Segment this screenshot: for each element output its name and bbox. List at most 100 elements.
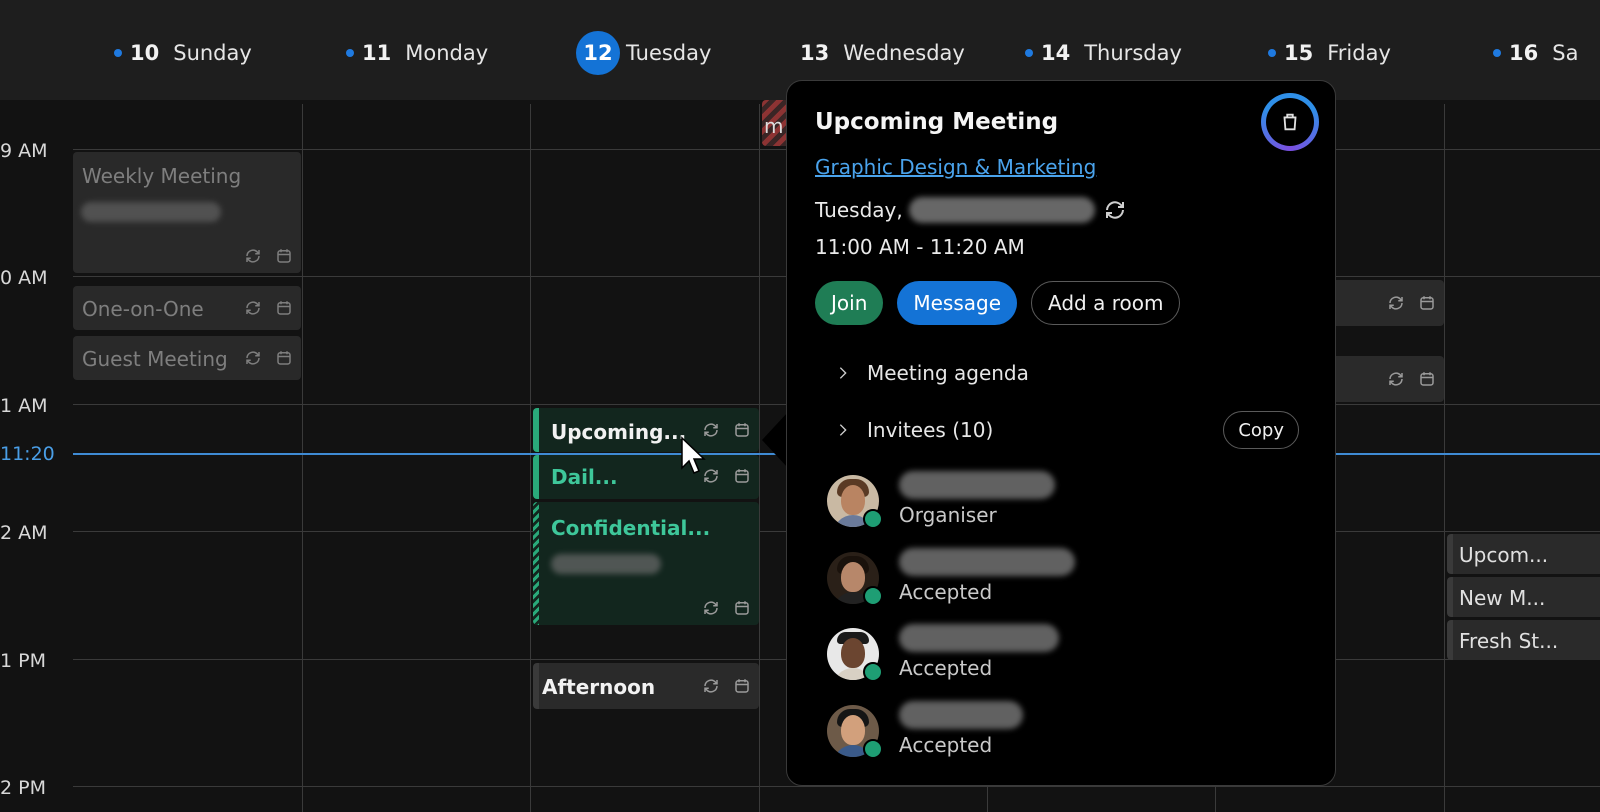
event-daily[interactable]: Dail... [533, 455, 759, 499]
mouse-pointer-icon [681, 436, 706, 474]
recurring-icon [704, 679, 718, 693]
event-title: Guest Meeting [82, 347, 228, 371]
invitee-status: Accepted [899, 580, 993, 604]
event-color-bar [1447, 620, 1453, 660]
redacted-organizer [81, 202, 221, 222]
event-title: Confidential... [551, 516, 711, 540]
popup-pointer [762, 412, 788, 468]
time-label-10am: 0 AM [0, 267, 48, 289]
event-sat-upcoming[interactable]: Upcom... [1447, 534, 1600, 574]
event-dot-icon [346, 49, 354, 57]
event-dot-icon [1268, 49, 1276, 57]
event-dot-icon [1493, 49, 1501, 57]
day-header-saturday[interactable]: 16 Sa [1493, 36, 1578, 70]
day-name: Friday [1327, 41, 1391, 65]
calendar-icon [1420, 372, 1434, 386]
column-divider [1444, 104, 1445, 812]
day-number: 13 [800, 41, 830, 65]
event-color-bar [533, 455, 539, 499]
today-badge: 12 [576, 31, 620, 75]
recurring-icon [246, 351, 260, 365]
time-label-2pm: 2 PM [0, 777, 46, 799]
invitees-label: Invitees (10) [867, 418, 994, 442]
day-header-thursday[interactable]: 14 Thursday [1025, 36, 1182, 70]
event-color-bar [1447, 534, 1453, 574]
event-upcoming-meeting[interactable]: Upcoming... [533, 408, 759, 452]
presence-available-icon [863, 509, 883, 529]
chevron-right-icon [839, 424, 847, 436]
meeting-date: Tuesday, [815, 197, 1127, 223]
day-number: 14 [1041, 41, 1071, 65]
meeting-agenda-expander[interactable]: Meeting agenda [835, 361, 1029, 385]
day-name: Tuesday [626, 41, 712, 65]
calendar-icon [735, 469, 749, 483]
recurring-icon [246, 301, 260, 315]
copy-invitees-button[interactable]: Copy [1223, 411, 1299, 449]
invitee-row[interactable]: Accepted [827, 624, 1227, 688]
day-number: 15 [1284, 41, 1314, 65]
presence-available-icon [863, 586, 883, 606]
day-name: Wednesday [843, 41, 965, 65]
event-one-on-one[interactable]: One-on-One [73, 286, 301, 330]
join-button[interactable]: Join [815, 281, 884, 325]
date-weekday: Tuesday, [815, 198, 903, 222]
meeting-title: Upcoming Meeting [815, 109, 1059, 135]
day-header-wednesday[interactable]: 13 Wednesday [800, 36, 965, 70]
day-header-friday[interactable]: 15 Friday [1268, 36, 1391, 70]
calendar-icon [277, 249, 291, 263]
column-divider [302, 104, 303, 812]
column-divider [530, 104, 531, 812]
invitees-expander[interactable]: Invitees (10) [835, 418, 993, 442]
redacted-date [908, 197, 1095, 223]
day-name: Sunday [173, 41, 252, 65]
presence-available-icon [863, 662, 883, 682]
event-title: Upcom... [1459, 543, 1549, 567]
event-confidential[interactable]: Confidential... [533, 502, 759, 625]
day-number: 16 [1509, 41, 1539, 65]
event-afternoon[interactable]: Afternoon [533, 663, 759, 709]
event-color-bar [533, 663, 539, 709]
team-link[interactable]: Graphic Design & Marketing [815, 155, 1096, 179]
day-name: Sa [1552, 41, 1579, 65]
event-guest-meeting[interactable]: Guest Meeting [73, 336, 301, 380]
event-sat-new[interactable]: New M... [1447, 577, 1600, 617]
event-weekly-meeting[interactable]: Weekly Meeting [73, 152, 301, 273]
message-button[interactable]: Message [897, 281, 1018, 325]
invitee-row[interactable]: Organiser [827, 471, 1227, 535]
event-title: Weekly Meeting [82, 164, 242, 188]
time-label-1pm: 1 PM [0, 650, 46, 672]
recurring-icon [1389, 296, 1403, 310]
day-number: 10 [130, 41, 160, 65]
redacted-organizer [551, 554, 661, 574]
calendar-icon [735, 423, 749, 437]
day-number: 11 [362, 41, 392, 65]
event-title: Fresh St... [1459, 629, 1559, 653]
calendar-icon [277, 351, 291, 365]
delete-button[interactable] [1261, 93, 1319, 151]
presence-available-icon [863, 739, 883, 759]
day-header-tuesday[interactable]: 12 Tuesday [576, 31, 711, 75]
day-header-sunday[interactable]: 10 Sunday [114, 36, 252, 70]
redacted-name [899, 471, 1055, 499]
event-sat-fresh[interactable]: Fresh St... [1447, 620, 1600, 660]
recurring-icon [1105, 201, 1124, 219]
event-dot-icon [1025, 49, 1033, 57]
invitee-row[interactable]: Accepted [827, 548, 1227, 612]
redacted-name [899, 701, 1023, 729]
meeting-time: 11:00 AM - 11:20 AM [815, 235, 1025, 259]
current-time-label: 11:20 [0, 443, 55, 465]
invitee-row[interactable]: Accepted [827, 701, 1227, 765]
recurring-icon [1389, 372, 1403, 386]
add-room-button[interactable]: Add a room [1031, 281, 1181, 325]
event-title: New M... [1459, 586, 1546, 610]
recurring-icon [246, 249, 260, 263]
recurring-icon [704, 601, 718, 615]
time-label-12pm: 2 AM [0, 522, 48, 544]
day-header-monday[interactable]: 11 Monday [346, 36, 488, 70]
invitee-status: Accepted [899, 656, 993, 680]
agenda-label: Meeting agenda [867, 361, 1029, 385]
calendar-icon [1420, 296, 1434, 310]
meeting-details-popup: Upcoming Meeting Graphic Design & Market… [786, 80, 1336, 786]
event-title: Upcoming... [551, 420, 687, 444]
redacted-name [899, 548, 1075, 576]
